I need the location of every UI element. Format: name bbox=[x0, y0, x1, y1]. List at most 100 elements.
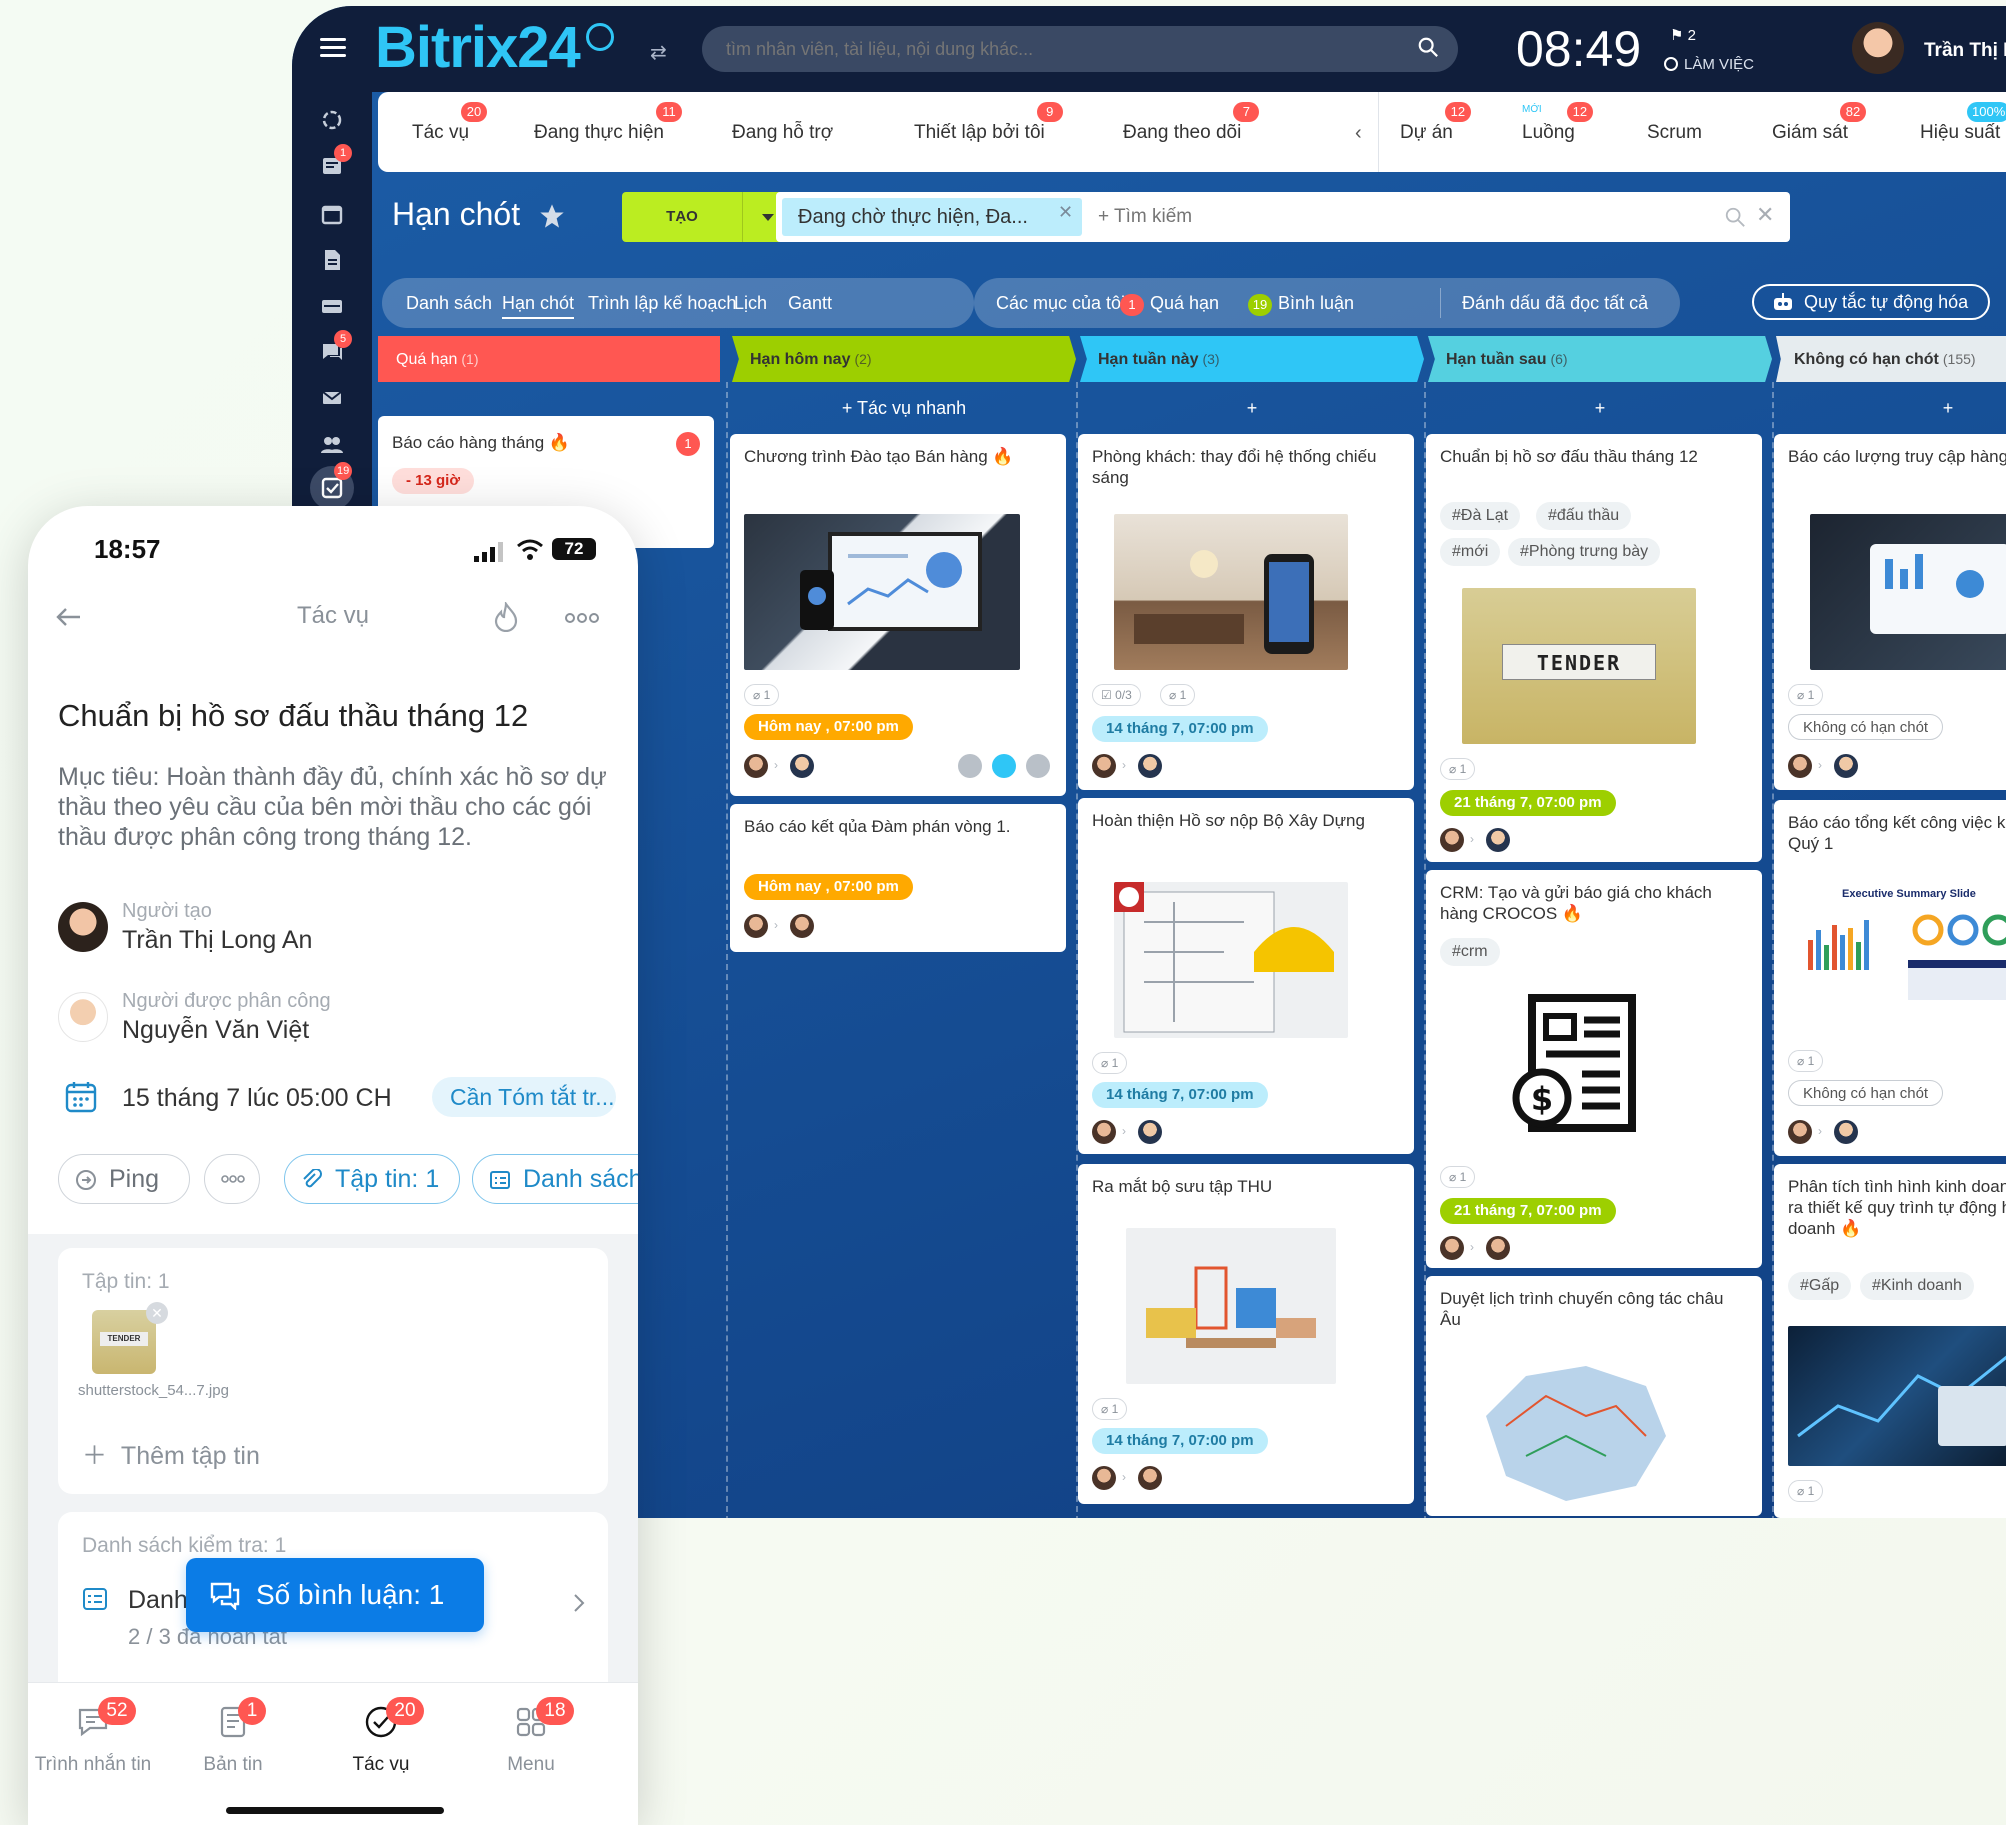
sidebar-docs-icon[interactable] bbox=[320, 248, 344, 272]
file-name[interactable]: shutterstock_54...7.jpg bbox=[78, 1382, 229, 1400]
creator-avatar[interactable] bbox=[1788, 754, 1812, 778]
summary-chip[interactable]: Cần Tóm tắt tr... bbox=[432, 1077, 616, 1117]
task-title[interactable]: Chuẩn bị hồ sơ đấu thầu tháng 12 bbox=[58, 698, 528, 734]
creator-avatar[interactable] bbox=[1092, 1120, 1116, 1144]
sidebar-chat-icon[interactable]: 5 bbox=[320, 330, 352, 364]
deadline-pill[interactable]: 14 tháng 7, 07:00 pm bbox=[1092, 716, 1268, 742]
task-card[interactable]: CRM: Tạo và gửi báo giá cho khách hàng C… bbox=[1426, 870, 1762, 1268]
play-icon[interactable] bbox=[992, 754, 1016, 778]
chevron-right-icon[interactable] bbox=[572, 1592, 586, 1614]
assignee-avatar[interactable] bbox=[1834, 754, 1858, 778]
tag[interactable]: #Gấp bbox=[1788, 1272, 1852, 1300]
overdue-filter[interactable]: 1 Quá hạn bbox=[1120, 293, 1219, 316]
sidebar-tasks-icon[interactable]: 19 bbox=[310, 462, 354, 510]
search-icon[interactable] bbox=[1417, 36, 1439, 58]
comments-filter[interactable]: 19 Bình luận bbox=[1248, 293, 1354, 316]
filter-search-input[interactable] bbox=[1098, 198, 1698, 236]
tag[interactable]: #Đà Lạt bbox=[1440, 502, 1521, 530]
task-card[interactable]: Phân tích tình hình kinh doanh và đưa ra… bbox=[1774, 1164, 2006, 1518]
tag[interactable]: #đấu thầu bbox=[1536, 502, 1632, 530]
more-icon[interactable] bbox=[564, 612, 600, 624]
search-icon[interactable] bbox=[1724, 206, 1746, 228]
app-logo[interactable]: Bitrix24 bbox=[375, 14, 614, 81]
tag[interactable]: #crm bbox=[1440, 938, 1500, 966]
deadline-pill[interactable]: Hôm nay , 07:00 pm bbox=[744, 874, 913, 900]
sidebar-feed-icon[interactable]: 1 bbox=[320, 144, 352, 178]
filter-chip[interactable]: Đang chờ thực hiện, Đa... bbox=[782, 198, 1082, 236]
tabs-scroll-left-icon[interactable]: ‹ bbox=[1355, 122, 1362, 145]
deadline-pill[interactable]: - 13 giờ bbox=[392, 468, 475, 494]
home-indicator[interactable] bbox=[226, 1807, 444, 1814]
quick-task-button[interactable]: + Tác vụ nhanh bbox=[732, 388, 1076, 428]
clock-time[interactable]: 08:49 bbox=[1516, 20, 1641, 78]
add-task-button[interactable]: + bbox=[1080, 388, 1424, 428]
creator-avatar[interactable] bbox=[1440, 828, 1464, 852]
view-calendar[interactable]: Lịch bbox=[734, 293, 767, 314]
checklist-button[interactable]: Danh sách bbox=[472, 1154, 638, 1204]
tag[interactable]: #Kinh doanh bbox=[1860, 1272, 1974, 1300]
deadline-pill[interactable]: 14 tháng 7, 07:00 pm bbox=[1092, 1082, 1268, 1108]
task-card[interactable]: Báo cáo kết qủa Đàm phán vòng 1. Hôm nay… bbox=[730, 804, 1066, 952]
view-deadline[interactable]: Hạn chót bbox=[502, 293, 575, 319]
assignee-avatar[interactable] bbox=[1138, 1466, 1162, 1490]
assignee-avatar[interactable] bbox=[1834, 1120, 1858, 1144]
sliders-icon[interactable]: ⇄ bbox=[650, 40, 667, 65]
tab-supervising[interactable]: Giám sát 82 bbox=[1772, 102, 1867, 144]
creator-avatar[interactable] bbox=[744, 754, 768, 778]
sidebar-employees-icon[interactable] bbox=[320, 432, 344, 456]
automation-rules-button[interactable]: Quy tắc tự động hóa bbox=[1752, 284, 1990, 320]
assignee-avatar[interactable] bbox=[790, 754, 814, 778]
column-header-today[interactable]: Hạn hôm nay (2) bbox=[732, 336, 1076, 382]
task-card[interactable]: Hoàn thiện Hồ sơ nộp Bộ Xây Dựng ⌀ 1 14 … bbox=[1078, 798, 1414, 1154]
creator-avatar[interactable] bbox=[744, 914, 768, 938]
tag[interactable]: #Phòng trưng bày bbox=[1508, 538, 1661, 566]
column-header-overdue[interactable]: Quá hạn (1) bbox=[378, 336, 720, 382]
task-card[interactable]: Chuẩn bị hồ sơ đấu thầu tháng 12 #Đà Lạt… bbox=[1426, 434, 1762, 862]
column-header-next-week[interactable]: Hạn tuần sau (6) bbox=[1428, 336, 1772, 382]
work-status[interactable]: LÀM VIỆC bbox=[1664, 56, 1754, 73]
sidebar-mail-icon[interactable] bbox=[320, 386, 344, 410]
creator-avatar[interactable] bbox=[1092, 1466, 1116, 1490]
menu-icon[interactable] bbox=[320, 38, 346, 58]
task-deadline[interactable]: 15 tháng 7 lúc 05:00 CH bbox=[122, 1084, 392, 1113]
nav-tasks[interactable]: Tác vụ 20 bbox=[316, 1697, 446, 1776]
task-card[interactable]: Phòng khách: thay đổi hệ thống chiếu sán… bbox=[1078, 434, 1414, 790]
checklist-name[interactable]: Danh bbox=[128, 1586, 188, 1615]
nav-feed[interactable]: Bản tin 1 bbox=[168, 1697, 298, 1776]
filter-clear-icon[interactable]: ✕ bbox=[1756, 202, 1774, 228]
sidebar-drive-icon[interactable] bbox=[320, 294, 344, 318]
creator-avatar[interactable] bbox=[58, 902, 108, 952]
filter-chip-close-icon[interactable]: ✕ bbox=[1058, 202, 1073, 223]
complete-icon[interactable] bbox=[1026, 754, 1050, 778]
deadline-pill[interactable]: Không có hạn chót bbox=[1788, 1080, 1944, 1106]
task-card[interactable]: Báo cáo tổng kết công việc kinh doanh Qu… bbox=[1774, 800, 2006, 1156]
files-button[interactable]: Tập tin: 1 bbox=[284, 1154, 460, 1204]
task-card[interactable]: Ra mắt bộ sưu tập THU ⌀ 1 14 tháng 7, 07… bbox=[1078, 1164, 1414, 1504]
column-header-no-deadline[interactable]: Không có hạn chót (155) bbox=[1776, 336, 2006, 382]
task-card[interactable]: Duyệt lịch trình chuyến công tác châu Âu bbox=[1426, 1276, 1762, 1516]
tab-projects[interactable]: Dự án 12 bbox=[1400, 102, 1471, 144]
ping-button[interactable]: Ping bbox=[58, 1154, 190, 1204]
task-card[interactable]: Báo cáo lượng truy cập hàng tuần ⌀ 1 Khô… bbox=[1774, 434, 2006, 790]
nav-messenger[interactable]: Trình nhắn tin 52 bbox=[28, 1697, 158, 1776]
assignee-avatar[interactable] bbox=[1138, 754, 1162, 778]
assignee-avatar[interactable] bbox=[790, 914, 814, 938]
flag-counter[interactable]: ⚑ 2 bbox=[1670, 26, 1696, 44]
task-card[interactable]: Chương trình Đào tạo Bán hàng 🔥 ⌀ 1 Hôm … bbox=[730, 434, 1066, 796]
tab-set-by-me[interactable]: Thiết lập bởi tôi 9 bbox=[914, 102, 1063, 144]
deadline-pill[interactable]: 21 tháng 7, 07:00 pm bbox=[1440, 790, 1616, 816]
creator-avatar[interactable] bbox=[1440, 1236, 1464, 1260]
mark-all-read-link[interactable]: Đánh dấu đã đọc tất cả bbox=[1462, 293, 1648, 314]
column-header-this-week[interactable]: Hạn tuần này (3) bbox=[1080, 336, 1424, 382]
tab-scrum[interactable]: Scrum bbox=[1647, 122, 1702, 144]
task-description[interactable]: Mục tiêu: Hoàn thành đầy đủ, chính xác h… bbox=[58, 762, 618, 852]
sidebar-calendar-icon[interactable] bbox=[320, 202, 344, 226]
assignee-avatar[interactable] bbox=[58, 992, 108, 1042]
view-gantt[interactable]: Gantt bbox=[788, 293, 832, 314]
tab-efficiency[interactable]: Hiệu suất 100% bbox=[1920, 102, 2006, 144]
user-avatar[interactable] bbox=[1852, 22, 1904, 74]
creator-avatar[interactable] bbox=[1788, 1120, 1812, 1144]
tab-tasks[interactable]: Tác vụ 20 bbox=[412, 102, 488, 144]
tab-following[interactable]: Đang theo dõi 7 bbox=[1123, 102, 1260, 144]
assignee-avatar[interactable] bbox=[1138, 1120, 1162, 1144]
